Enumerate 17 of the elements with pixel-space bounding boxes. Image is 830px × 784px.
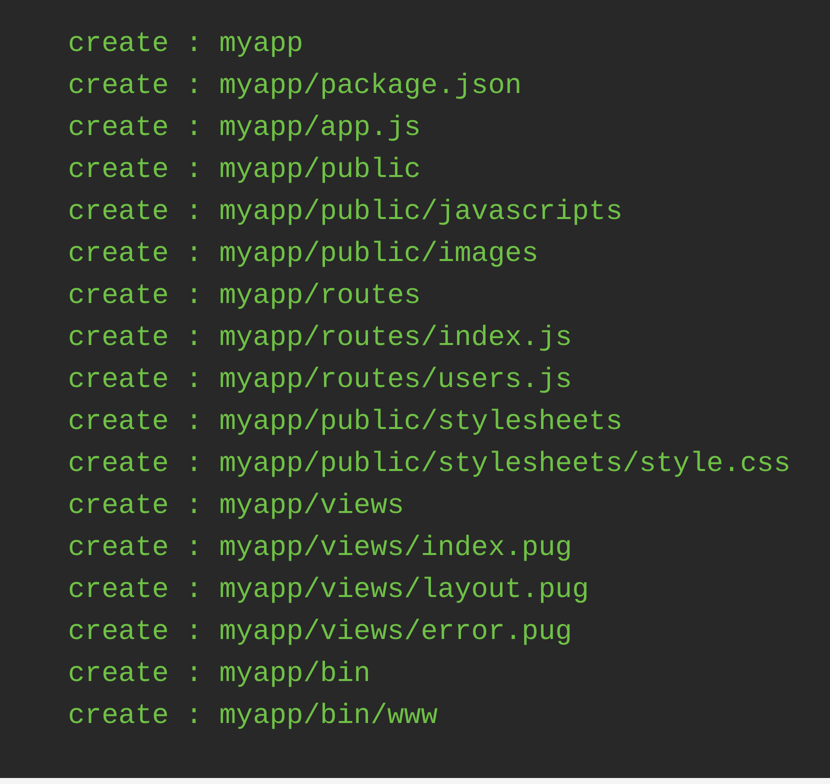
output-line: create : myapp/bin bbox=[68, 658, 370, 692]
output-line: create : myapp/views/error.pug bbox=[68, 616, 572, 650]
output-line: create : myapp/package.json bbox=[68, 70, 522, 104]
output-line: create : myapp/public/images bbox=[68, 238, 538, 272]
output-line: create : myapp/views bbox=[68, 490, 404, 524]
output-line: create : myapp/public/stylesheets bbox=[68, 406, 622, 440]
output-line: create : myapp/routes/users.js bbox=[68, 364, 572, 398]
output-line: create : myapp/public/javascripts bbox=[68, 196, 622, 230]
output-line: create : myapp/views/index.pug bbox=[68, 532, 572, 566]
output-line: create : myapp/views/layout.pug bbox=[68, 574, 589, 608]
output-line: create : myapp/bin/www bbox=[68, 700, 438, 734]
output-line: create : myapp/public bbox=[68, 154, 421, 188]
output-line: create : myapp/app.js bbox=[68, 112, 421, 146]
output-line: create : myapp bbox=[68, 28, 304, 62]
output-line: create : myapp/routes bbox=[68, 280, 421, 314]
output-line: create : myapp/public/stylesheets/style.css bbox=[68, 448, 791, 482]
output-line: create : myapp/routes/index.js bbox=[68, 322, 572, 356]
